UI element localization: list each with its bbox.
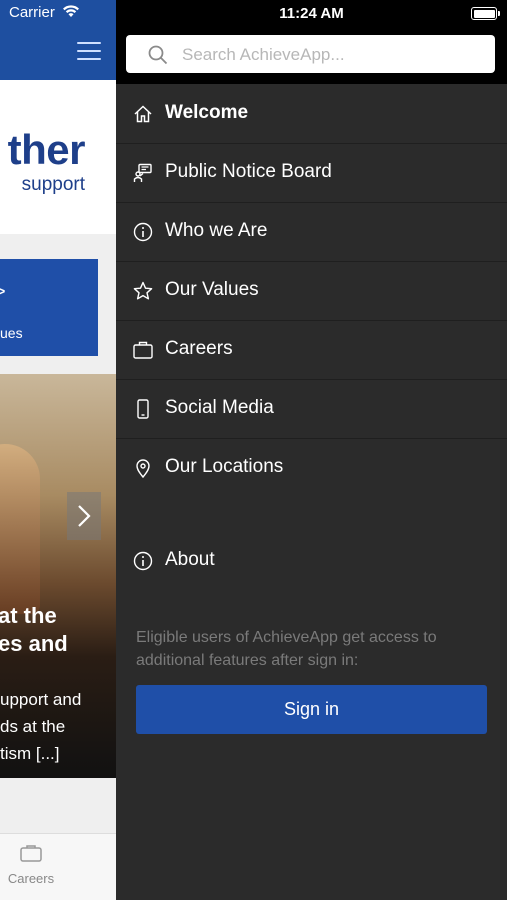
search-bar <box>116 28 507 84</box>
phone-icon <box>137 399 149 419</box>
carousel-photo <box>0 444 40 614</box>
search-input[interactable] <box>180 41 484 69</box>
hamburger-menu-icon[interactable] <box>77 42 101 60</box>
menu-item-our-values[interactable]: Our Values <box>116 262 507 321</box>
briefcase-icon <box>20 845 42 862</box>
chevron-right-icon <box>78 505 91 527</box>
info-icon <box>133 222 153 242</box>
menu-item-social-media[interactable]: Social Media <box>116 380 507 439</box>
menu-item-our-locations[interactable]: Our Locations <box>116 439 507 497</box>
signin-info-text: Eligible users of AchieveApp get access … <box>136 629 437 669</box>
side-drawer: 11:24 AM Welcome <box>116 0 507 900</box>
search-icon <box>148 45 168 65</box>
menu-item-label: Careers <box>165 338 233 359</box>
tile-label: ues <box>0 325 23 341</box>
menu-item-label: Public Notice Board <box>165 161 332 182</box>
tab-careers[interactable]: Careers <box>6 844 56 886</box>
sign-in-button[interactable]: Sign in <box>136 685 487 734</box>
menu-item-public-notice-board[interactable]: Public Notice Board <box>116 144 507 203</box>
background-app: Carrier ther support > ues at the es and… <box>0 0 116 900</box>
menu-item-about[interactable]: About <box>116 532 507 590</box>
menu-item-careers[interactable]: Careers <box>116 321 507 380</box>
menu-item-welcome[interactable]: Welcome <box>116 85 507 144</box>
tile-chevron: > <box>0 281 6 304</box>
menu-item-label: Who we Are <box>165 220 268 241</box>
values-tile[interactable]: > ues <box>0 259 98 356</box>
about-label: About <box>165 549 215 570</box>
carousel-excerpt: upport and ds at the tism [...] <box>0 690 82 763</box>
status-time: 11:24 AM <box>279 5 344 22</box>
hero-title: ther <box>7 126 86 173</box>
tab-careers-label: Careers <box>7 871 55 886</box>
briefcase-icon <box>133 341 153 359</box>
menu-item-label: Social Media <box>165 397 274 418</box>
app-header: Carrier <box>0 0 116 80</box>
wifi-icon <box>63 5 79 17</box>
hero-card: ther support <box>0 96 116 234</box>
content-footer <box>0 778 116 833</box>
location-pin-icon <box>136 459 150 478</box>
menu-item-who-we-are[interactable]: Who we Are <box>116 203 507 262</box>
news-carousel[interactable]: at the es and upport and ds at the tism … <box>0 374 116 778</box>
carrier-label: Carrier <box>9 4 55 21</box>
menu-item-label: Our Locations <box>165 456 284 477</box>
drawer-menu: Welcome Public Notice Board Who we Are O… <box>116 85 507 497</box>
menu-item-label: Welcome <box>165 102 249 123</box>
battery-icon <box>471 7 500 20</box>
star-icon <box>133 281 153 300</box>
home-icon <box>134 105 152 123</box>
notice-board-icon <box>133 163 152 182</box>
carousel-headline: at the es and <box>0 603 68 656</box>
search-box[interactable] <box>126 35 495 73</box>
info-icon <box>133 551 153 571</box>
status-bar: 11:24 AM <box>116 0 507 28</box>
menu-item-label: Our Values <box>165 279 259 300</box>
hero-subtitle: support <box>21 174 85 195</box>
carousel-next-button[interactable] <box>67 492 101 540</box>
tab-bar: Careers <box>0 833 116 900</box>
